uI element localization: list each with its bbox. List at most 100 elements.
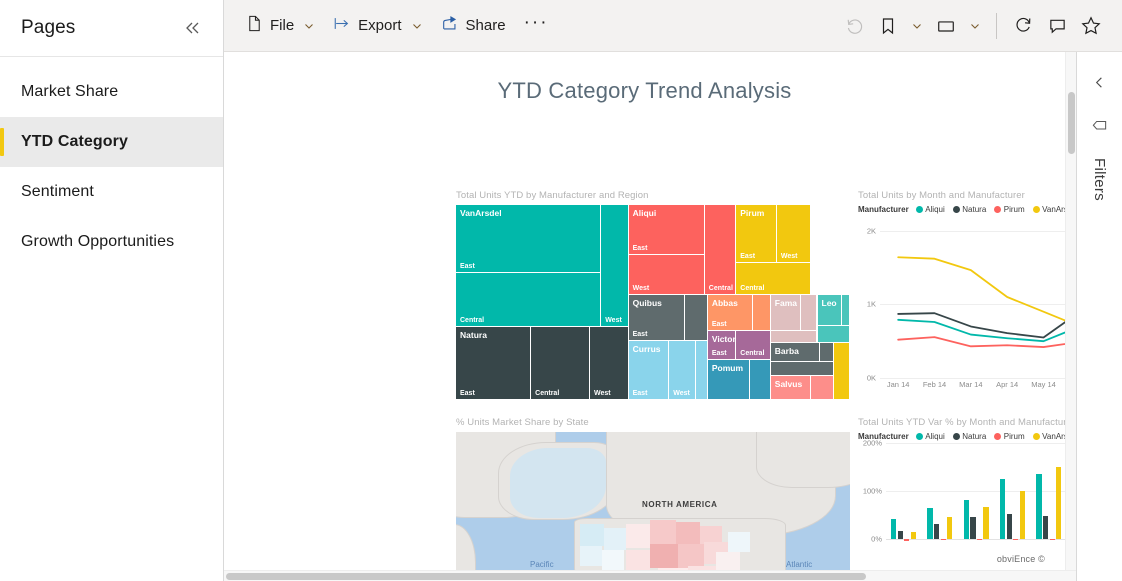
treemap-tile[interactable]: AliquiEast — [629, 205, 705, 255]
bar-vanarsdel[interactable] — [1020, 491, 1025, 539]
bar-chart-plot[interactable]: -100%0%100%200%Jan 14Feb 14Mar 14Apr 14M… — [886, 443, 1065, 570]
reset-undo-icon[interactable] — [837, 9, 871, 43]
share-button[interactable]: Share — [433, 9, 514, 43]
treemap-tile[interactable]: West — [777, 205, 812, 263]
treemap-tile[interactable]: Central — [705, 205, 736, 295]
treemap-tile[interactable] — [811, 376, 833, 400]
state-choropleth — [626, 550, 650, 570]
chevron-down-icon[interactable] — [963, 20, 987, 32]
treemap-tile[interactable] — [696, 341, 708, 400]
treemap-tile[interactable] — [771, 331, 818, 343]
canvas-vertical-scrollbar[interactable] — [1065, 52, 1076, 570]
treemap-tile[interactable] — [842, 295, 850, 326]
bar-pirum[interactable] — [1050, 539, 1055, 540]
line-chart-plot[interactable]: 0K1K2KJan 14Feb 14Mar 14Apr 14May 14Jun … — [880, 216, 1065, 394]
line-series-vanarsdel[interactable] — [898, 229, 1065, 327]
treemap-tile[interactable] — [771, 362, 834, 375]
view-rectangle-icon[interactable] — [929, 9, 963, 43]
treemap-plot[interactable]: VanArsdelEastCentralWestNaturaEastCentra… — [456, 205, 850, 400]
sidebar-item-market-share[interactable]: Market Share — [0, 67, 223, 117]
chevron-double-left-icon[interactable] — [179, 15, 205, 41]
bar-aliqui[interactable] — [1036, 474, 1041, 539]
comment-icon[interactable] — [1040, 9, 1074, 43]
treemap-tile[interactable]: VanArsdelEast — [456, 205, 601, 273]
treemap-tile[interactable] — [820, 343, 834, 362]
treemap-tile[interactable]: West — [601, 205, 628, 327]
scrollbar-thumb[interactable] — [1068, 92, 1075, 154]
more-options-button[interactable]: ··· — [514, 13, 559, 32]
treemap-tile[interactable]: Fama — [771, 295, 801, 331]
treemap-tile[interactable]: Pomum — [708, 360, 751, 400]
bar-natura[interactable] — [934, 524, 939, 539]
treemap-tile[interactable]: QuibusEast — [629, 295, 686, 341]
export-menu-button[interactable]: Export — [325, 9, 432, 43]
treemap-tile[interactable] — [685, 295, 707, 341]
bar-natura[interactable] — [1007, 514, 1012, 539]
legend-item[interactable]: Natura — [953, 205, 987, 214]
legend-item[interactable]: Aliqui — [916, 205, 945, 214]
bar-natura[interactable] — [1043, 516, 1048, 539]
sidebar-item-sentiment[interactable]: Sentiment — [0, 167, 223, 217]
treemap-tile[interactable]: West — [629, 255, 705, 294]
treemap-tile[interactable] — [753, 295, 771, 331]
bar-aliqui[interactable] — [1000, 479, 1005, 539]
state-choropleth — [728, 532, 750, 552]
bar-vanarsdel[interactable] — [983, 507, 988, 539]
legend-item[interactable]: Pirum — [994, 432, 1024, 441]
scrollbar-thumb[interactable] — [226, 573, 866, 580]
treemap-tile[interactable]: Salvus — [771, 376, 812, 400]
map-plot[interactable]: NORTH AMERICA PacificOcean AtlanticOcean… — [456, 432, 850, 570]
canvas-horizontal-scrollbar[interactable] — [224, 570, 1076, 581]
legend-item[interactable]: VanArsdel — [1033, 432, 1065, 441]
treemap-tile[interactable] — [818, 326, 850, 343]
legend-item[interactable]: VanArsdel — [1033, 205, 1065, 214]
line-chart-visual[interactable]: Total Units by Month and Manufacturer Ma… — [858, 190, 1065, 402]
bar-pirum[interactable] — [904, 539, 909, 541]
treemap-tile[interactable]: Central — [736, 263, 811, 294]
treemap-tile[interactable]: Central — [736, 331, 771, 360]
bar-pirum[interactable] — [977, 539, 982, 540]
bar-vanarsdel[interactable] — [947, 517, 952, 539]
bar-aliqui[interactable] — [964, 500, 969, 539]
bar-chart-visual[interactable]: Total Units YTD Var % by Month and Manuf… — [858, 417, 1065, 570]
bar-pirum[interactable] — [1013, 539, 1018, 540]
treemap-tile[interactable]: NaturaEast — [456, 327, 531, 400]
file-menu-button[interactable]: File — [238, 9, 325, 43]
legend-item[interactable]: Natura — [953, 432, 987, 441]
treemap-tile[interactable] — [750, 360, 770, 400]
bar-chart-legend[interactable]: Manufacturer AliquiNaturaPirumVanArsdel — [858, 432, 1065, 441]
filter-funnel-icon[interactable] — [1086, 112, 1114, 140]
legend-item[interactable]: Pirum — [994, 205, 1024, 214]
treemap-tile[interactable]: CurrusEast — [629, 341, 670, 400]
map-visual[interactable]: % Units Market Share by State — [456, 417, 850, 570]
treemap-tile[interactable]: Barba — [771, 343, 820, 362]
sidebar-item-ytd-category[interactable]: YTD Category — [0, 117, 223, 167]
chevron-left-icon[interactable] — [1086, 68, 1114, 96]
treemap-tile[interactable]: Central — [456, 273, 601, 327]
treemap-tile[interactable]: Leo — [818, 295, 842, 326]
treemap-visual[interactable]: Total Units YTD by Manufacturer and Regi… — [456, 190, 850, 402]
treemap-tile[interactable]: West — [669, 341, 695, 400]
treemap-tile[interactable]: VictoriaEast — [708, 331, 736, 360]
treemap-tile[interactable]: West — [590, 327, 629, 400]
bar-vanarsdel[interactable] — [1056, 467, 1061, 539]
chevron-down-icon[interactable] — [905, 20, 929, 32]
bookmark-icon[interactable] — [871, 9, 905, 43]
treemap-tile[interactable] — [834, 343, 850, 400]
bar-natura[interactable] — [898, 531, 903, 539]
treemap-tile[interactable]: Central — [531, 327, 590, 400]
bar-vanarsdel[interactable] — [911, 532, 916, 539]
legend-item[interactable]: Aliqui — [916, 432, 945, 441]
sidebar-item-growth-opportunities[interactable]: Growth Opportunities — [0, 217, 223, 267]
refresh-icon[interactable] — [1006, 9, 1040, 43]
bar-pirum[interactable] — [941, 539, 946, 540]
treemap-tile[interactable]: PirumEast — [736, 205, 777, 263]
line-chart-legend[interactable]: Manufacturer AliquiNaturaPirumVanArsdel — [858, 205, 1065, 214]
treemap-tile[interactable]: AbbasEast — [708, 295, 753, 331]
bar-natura[interactable] — [970, 517, 975, 539]
favorite-star-icon[interactable] — [1074, 9, 1108, 43]
bar-aliqui[interactable] — [891, 519, 896, 539]
land-greenland — [756, 432, 850, 488]
bar-aliqui[interactable] — [927, 508, 932, 539]
treemap-tile[interactable] — [801, 295, 817, 331]
